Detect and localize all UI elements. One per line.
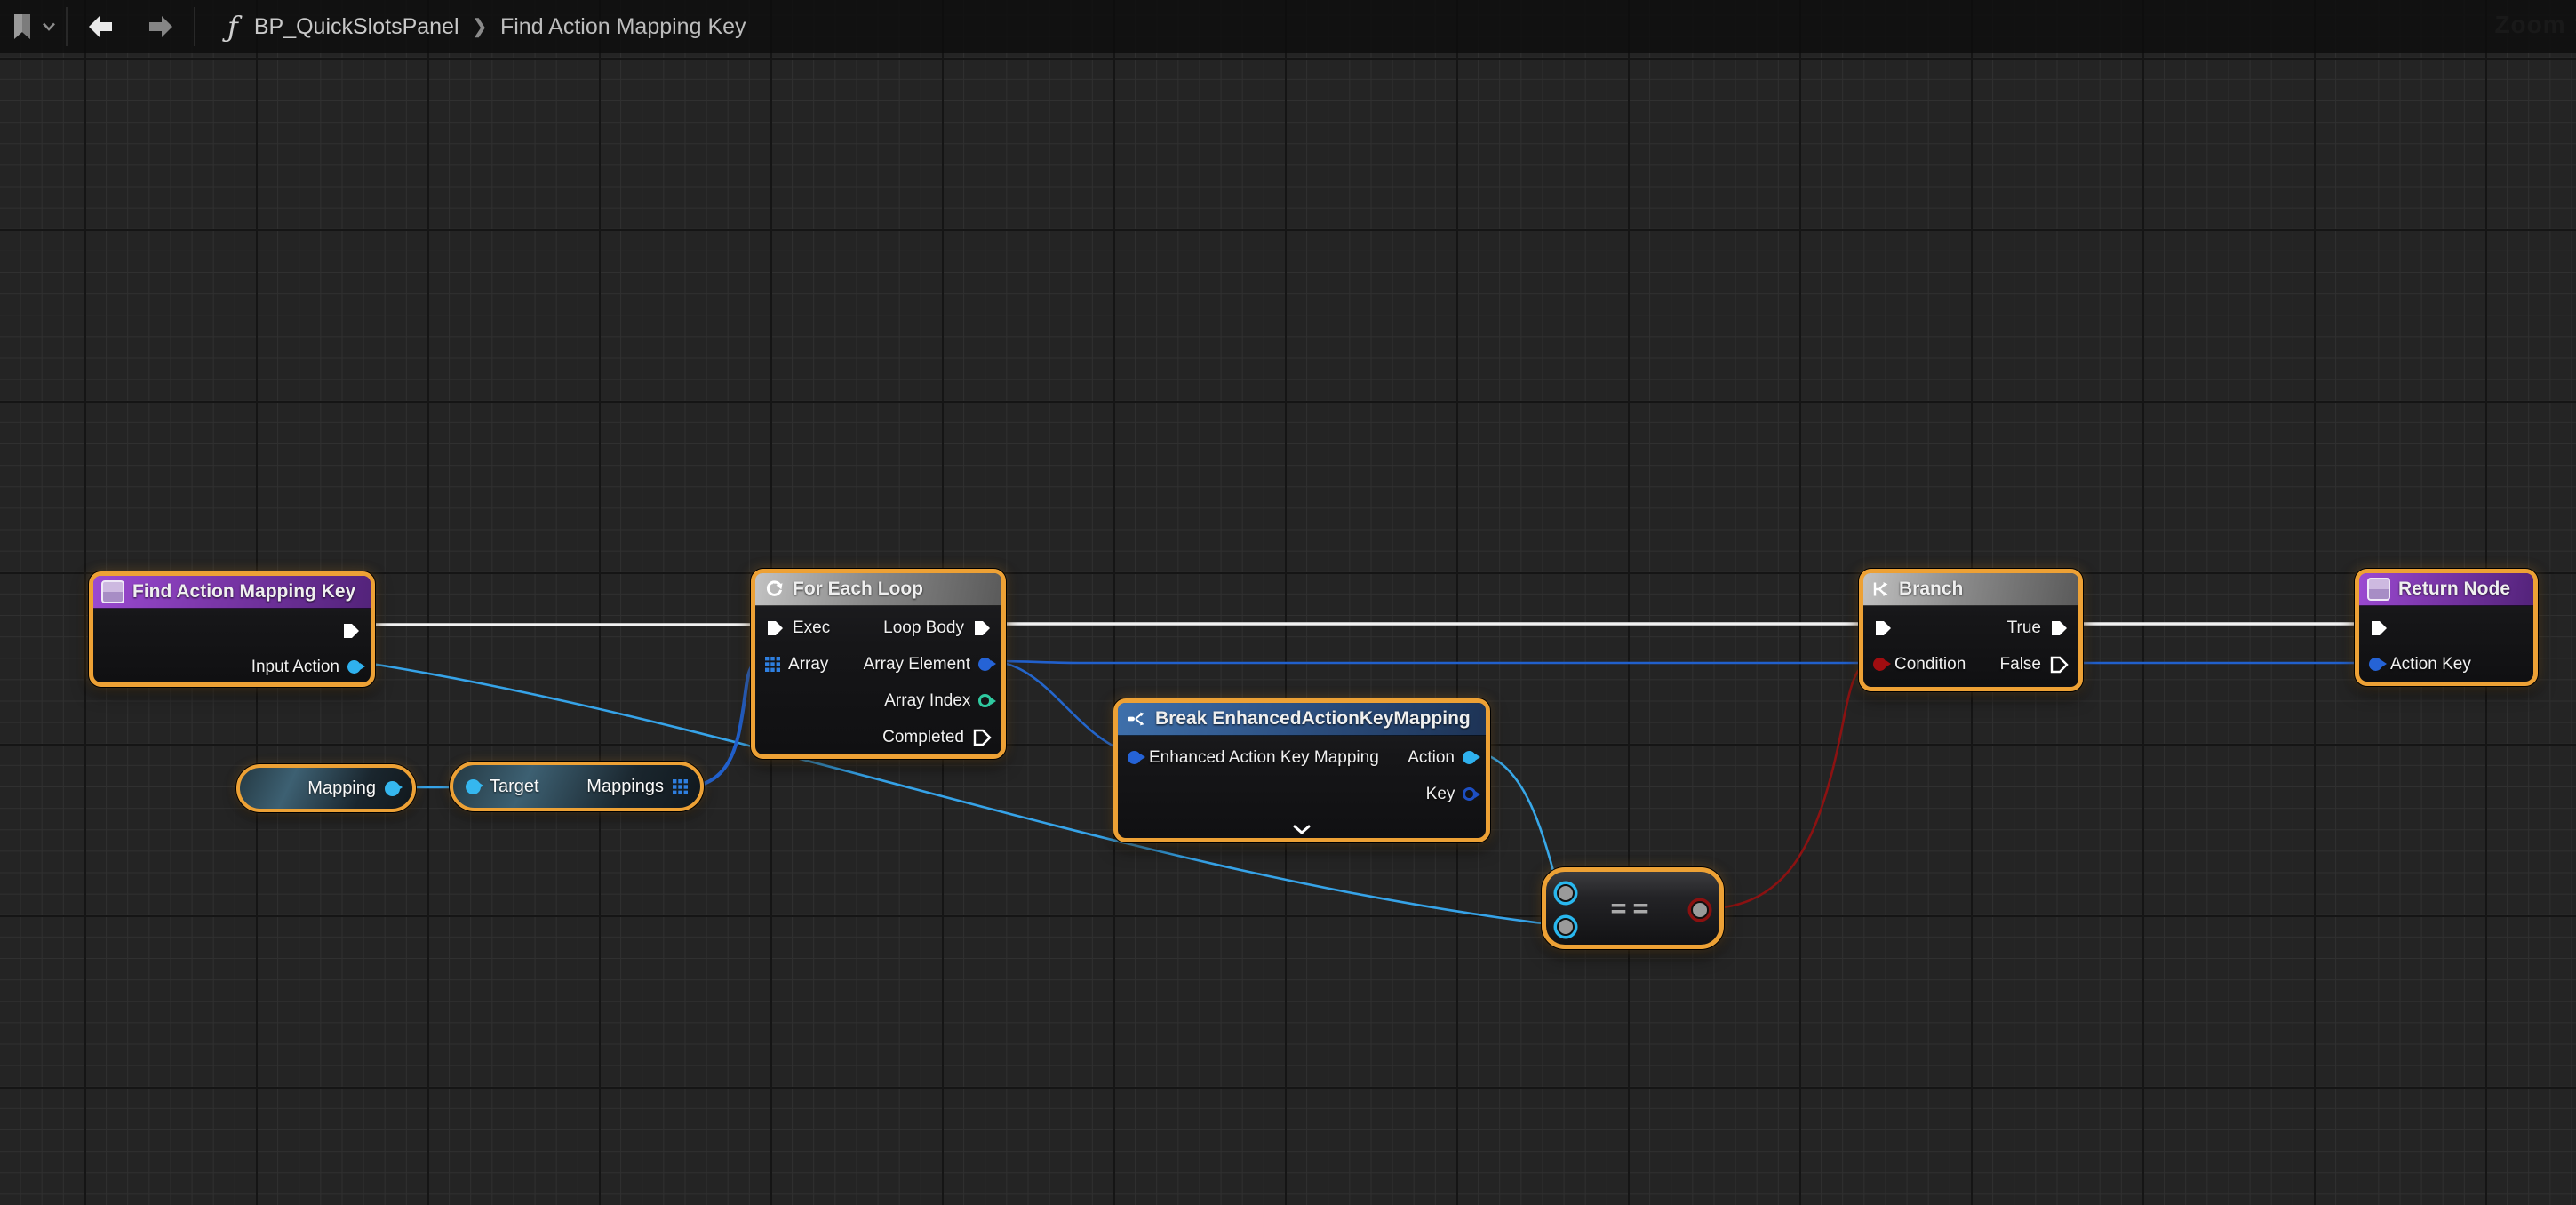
node-header: Break EnhancedActionKeyMapping [1118,703,1486,736]
node-return[interactable]: Return Node Action Key [2355,569,2538,686]
navigate-forward-button[interactable] [137,15,185,38]
variable-label: Mapping [307,778,376,799]
node-title: Break EnhancedActionKeyMapping [1155,708,1471,730]
graph-toolbar: ƒ BP_QuickSlotsPanel ❯ Find Action Mappi… [0,0,2576,53]
node-header: Branch [1863,573,2078,606]
node-title: Branch [1899,579,1963,600]
function-glyph-icon: ƒ [227,10,238,44]
exec-in-pin[interactable] [765,618,785,638]
node-break-enhanced-action-key-mapping[interactable]: Break EnhancedActionKeyMapping Enhanced … [1113,698,1490,842]
node-header: Return Node [2359,573,2533,606]
forward-arrow-icon [148,15,174,38]
input-action-pin[interactable] [347,660,361,674]
exec-in-pin[interactable] [2369,618,2389,638]
true-exec-pin[interactable] [2049,618,2069,638]
toolbar-divider [194,7,195,46]
pin-label: Exec [793,618,830,638]
loop-body-exec-pin[interactable] [972,618,992,638]
toolbar-divider [66,7,68,46]
bookmark-button[interactable] [11,12,34,41]
navigate-back-button[interactable] [76,15,124,38]
node-branch[interactable]: Branch Condition True [1859,569,2083,691]
branch-icon [1871,579,1891,599]
pin-label: Enhanced Action Key Mapping [1149,748,1379,768]
array-index-pin[interactable] [978,694,992,707]
node-title: Find Action Mapping Key [132,581,355,602]
breadcrumb-current[interactable]: Find Action Mapping Key [500,14,746,40]
function-result-icon [2367,578,2390,601]
pin-label: Key [1426,785,1455,804]
array-pin[interactable] [765,657,780,672]
target-label: Target [490,777,539,797]
bookmark-icon [11,12,34,41]
key-pin[interactable] [1463,787,1476,801]
back-arrow-icon [87,15,114,38]
breadcrumb-parent[interactable]: BP_QuickSlotsPanel [254,14,459,40]
node-mappings-variable[interactable]: Target Mappings [450,762,704,811]
condition-pin[interactable] [1873,658,1886,671]
target-in-pin[interactable] [466,779,481,794]
node-for-each-loop[interactable]: For Each Loop Exec [751,569,1006,759]
expand-node-chevron-icon[interactable] [1292,825,1312,834]
pin-label: False [2000,655,2041,674]
exec-in-pin[interactable] [1873,618,1893,638]
bookmark-dropdown-button[interactable] [41,21,57,32]
variable-label: Mappings [586,777,664,797]
loop-icon [763,579,785,600]
action-key-pin[interactable] [2369,658,2382,671]
mapping-out-pin[interactable] [385,781,400,796]
function-entry-icon [101,580,124,603]
pin-label: True [2007,618,2041,638]
pin-label: Completed [882,728,964,747]
action-pin[interactable] [1463,751,1476,764]
array-element-pin[interactable] [978,658,992,671]
pin-label: Loop Body [883,618,964,638]
node-title: For Each Loop [793,579,923,600]
breadcrumb-separator-icon: ❯ [472,15,488,38]
enhanced-action-key-mapping-pin[interactable] [1128,751,1141,764]
pin-label: Array [788,655,828,674]
node-equality[interactable]: == [1542,867,1724,949]
node-mapping-variable[interactable]: Mapping [236,764,416,812]
equality-symbol: == [1546,893,1719,924]
pin-label: Action [1408,748,1455,768]
false-exec-pin[interactable] [2049,655,2069,674]
pin-label: Array Element [864,655,970,674]
pin-label: Action Key [2390,655,2471,674]
break-struct-icon [1126,708,1147,730]
completed-exec-pin[interactable] [972,728,992,747]
node-find-action-mapping-key[interactable]: Find Action Mapping Key Input Action [89,571,375,687]
exec-out-pin[interactable] [341,621,361,641]
blueprint-editor: Find Action Mapping Key Input Action For… [0,0,2576,1205]
chevron-down-icon [41,21,57,32]
pin-label: Condition [1894,655,1966,674]
node-header: For Each Loop [755,573,1001,606]
node-header: Find Action Mapping Key [93,576,371,609]
pin-label: Array Index [884,691,970,711]
mappings-array-out-pin[interactable] [673,779,688,794]
graph-canvas[interactable] [0,0,2576,1205]
node-title: Return Node [2398,579,2510,600]
pin-label: Input Action [251,658,339,677]
